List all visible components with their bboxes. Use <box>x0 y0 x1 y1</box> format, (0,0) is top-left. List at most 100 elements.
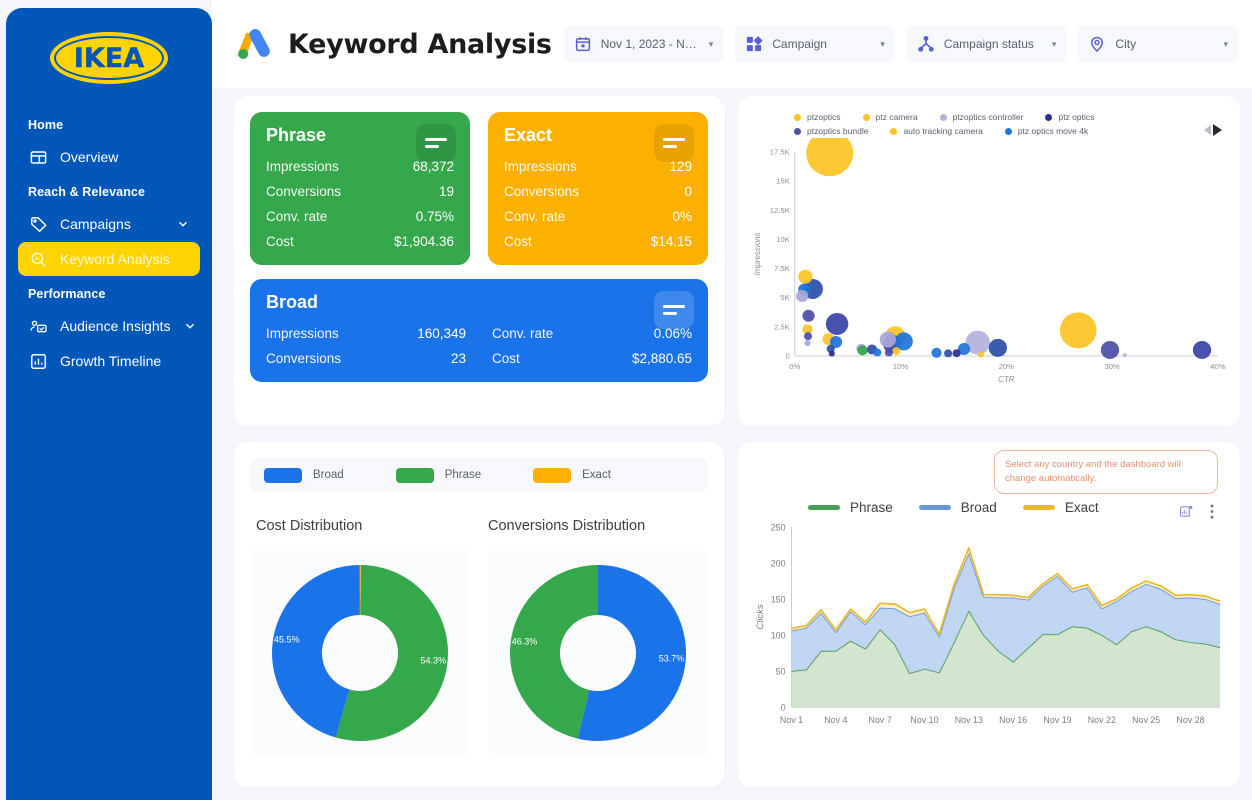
kpi-card-exact[interactable]: Exact Impressions 129 Conversions 0 Conv… <box>488 112 708 265</box>
bubble-point[interactable] <box>988 338 1008 357</box>
bubble-point[interactable] <box>952 349 961 358</box>
menu-lines-icon[interactable] <box>654 124 694 162</box>
bubble-point[interactable] <box>879 331 896 348</box>
bubble-point[interactable] <box>806 130 854 177</box>
sidebar-section-home: Home <box>28 118 64 132</box>
date-range-filter[interactable]: Nov 1, 2023 - Nov 30, 20 ▾ <box>563 25 724 63</box>
legend-item[interactable]: Broad <box>918 500 997 515</box>
menu-lines-icon[interactable] <box>654 291 694 329</box>
sidebar-item-growth-timeline[interactable]: Growth Timeline <box>18 344 200 378</box>
bubble-point[interactable] <box>804 340 811 347</box>
campaign-filter[interactable]: Campaign ▾ <box>735 25 895 63</box>
legend-item[interactable]: Exact <box>1022 500 1099 515</box>
svg-text:40%: 40% <box>1210 362 1226 371</box>
kpi-value: 0 <box>684 184 692 199</box>
kpi-label: Conversions <box>504 184 580 199</box>
legend-item[interactable]: ptz optics <box>1045 112 1094 122</box>
bubble-point[interactable] <box>803 332 813 341</box>
grid-icon <box>745 35 763 53</box>
legend-item[interactable]: ptz camera <box>862 112 918 122</box>
bubble-point[interactable] <box>798 269 813 284</box>
bubble-point[interactable] <box>796 289 809 302</box>
chevron-down-icon[interactable] <box>176 217 190 231</box>
campaign-status-filter[interactable]: Campaign status ▾ <box>906 25 1067 63</box>
legend-swatch <box>264 467 302 483</box>
bubble-point[interactable] <box>1100 340 1120 359</box>
distribution-panel: Broad Phrase Exact Cost Distribution Conve… <box>234 442 724 787</box>
chevron-down-icon[interactable] <box>183 319 197 333</box>
legend-item[interactable]: ptz optics move 4k <box>1004 126 1089 136</box>
tag-icon <box>28 214 48 234</box>
legend-item[interactable]: Exact <box>533 467 611 483</box>
legend-label: ptz optics <box>1058 112 1095 122</box>
chevron-down-icon[interactable]: ▾ <box>1223 39 1228 50</box>
bar-chart-icon <box>28 351 48 371</box>
legend-swatch <box>533 467 572 483</box>
kpi-label: Conversions <box>266 184 342 199</box>
legend-item[interactable]: ptzoptics <box>794 112 841 122</box>
legend-item[interactable]: auto tracking camera <box>890 126 983 136</box>
bubble-point[interactable] <box>884 348 893 357</box>
bubble-point[interactable] <box>1122 353 1127 358</box>
sidebar-item-audience-insights[interactable]: Audience Insights <box>18 309 200 343</box>
more-options-icon[interactable] <box>1210 504 1214 519</box>
ikea-logo-text: IKEA <box>73 42 145 74</box>
sidebar-section-reach: Reach & Relevance <box>28 185 146 199</box>
legend-label: auto tracking camera <box>903 126 983 136</box>
legend-item[interactable]: ptzoptics controller <box>939 112 1023 122</box>
legend-swatch <box>395 467 434 483</box>
campaign-status-value: Campaign status <box>943 37 1034 51</box>
kpi-card-phrase[interactable]: Phrase Impressions 68,372 Conversions 19 <box>250 112 470 265</box>
chevron-down-icon[interactable]: ▾ <box>1052 39 1057 50</box>
next-arrow-icon[interactable] <box>1213 124 1222 136</box>
main-area: Keyword Analysis Nov 1, 2023 - Nov 30, 2… <box>212 0 1252 800</box>
svg-text:Nov 22: Nov 22 <box>1088 715 1116 725</box>
clicks-area-canvas: 0 50 100 150 200 250 Clicks Nov 1 Nov 4 Nov 7 Nov … <box>752 519 1226 752</box>
svg-text:10%: 10% <box>893 362 909 371</box>
chevron-down-icon[interactable]: ▾ <box>880 39 885 50</box>
legend-item[interactable]: ptzoptics bundle <box>794 126 868 136</box>
campaign-value: Campaign <box>772 37 827 51</box>
svg-text:0%: 0% <box>789 362 800 371</box>
menu-lines-icon[interactable] <box>416 124 456 162</box>
bubble-point[interactable] <box>1192 340 1212 359</box>
legend-item[interactable]: Phrase <box>395 467 481 483</box>
svg-text:5K: 5K <box>780 293 789 302</box>
bubble-point[interactable] <box>828 350 835 357</box>
bubble-point[interactable] <box>825 312 849 335</box>
kpi-row: Conversions 19 <box>266 181 454 203</box>
sidebar-item-campaigns[interactable]: Campaigns <box>18 207 200 241</box>
bubble-point[interactable] <box>944 349 953 358</box>
bubble-point[interactable] <box>873 348 882 357</box>
svg-text:15K: 15K <box>776 177 790 186</box>
bubble-point[interactable] <box>857 345 868 356</box>
legend-swatch <box>1022 505 1055 510</box>
bubble-point[interactable] <box>802 309 815 322</box>
cost-distribution-donut[interactable]: 54.3% 45.5% <box>250 550 470 755</box>
kpi-row: Cost $1,904.36 <box>266 231 454 253</box>
bubble-point[interactable] <box>977 351 984 358</box>
city-filter[interactable]: City ▾ <box>1078 25 1238 63</box>
bubble-point[interactable] <box>931 347 942 358</box>
bubble-chart-panel: ptzoptics ptz camera ptzoptics controller p… <box>738 96 1240 426</box>
legend-label: ptz optics move 4k <box>1017 126 1089 136</box>
bubble-point[interactable] <box>892 347 901 356</box>
svg-text:50: 50 <box>776 666 786 676</box>
legend-item[interactable]: Phrase <box>808 500 893 515</box>
bubble-chart-nav[interactable] <box>1204 124 1222 136</box>
brand: Keyword Analysis <box>234 24 552 64</box>
kpi-title: Broad <box>266 292 319 312</box>
kpi-card-broad[interactable]: Broad Impressions 160,349 Conv. rate 0.0… <box>250 279 708 382</box>
svg-text:Nov 28: Nov 28 <box>1176 715 1204 725</box>
prev-arrow-icon[interactable] <box>1204 125 1211 135</box>
chevron-down-icon[interactable]: ▾ <box>709 39 714 50</box>
bubble-point[interactable] <box>1059 312 1097 349</box>
legend-label: Broad <box>960 500 997 515</box>
conversions-distribution-donut[interactable]: 53.7% 46.3% <box>488 550 708 755</box>
legend-label: ptzoptics bundle <box>807 126 869 136</box>
chart-filter-icon[interactable] <box>1179 504 1194 519</box>
legend-label: Exact <box>1064 500 1099 515</box>
sidebar-item-overview[interactable]: Overview <box>18 140 200 174</box>
sidebar-item-keyword-analysis[interactable]: Keyword Analysis <box>18 242 200 276</box>
legend-item[interactable]: Broad <box>264 467 344 483</box>
